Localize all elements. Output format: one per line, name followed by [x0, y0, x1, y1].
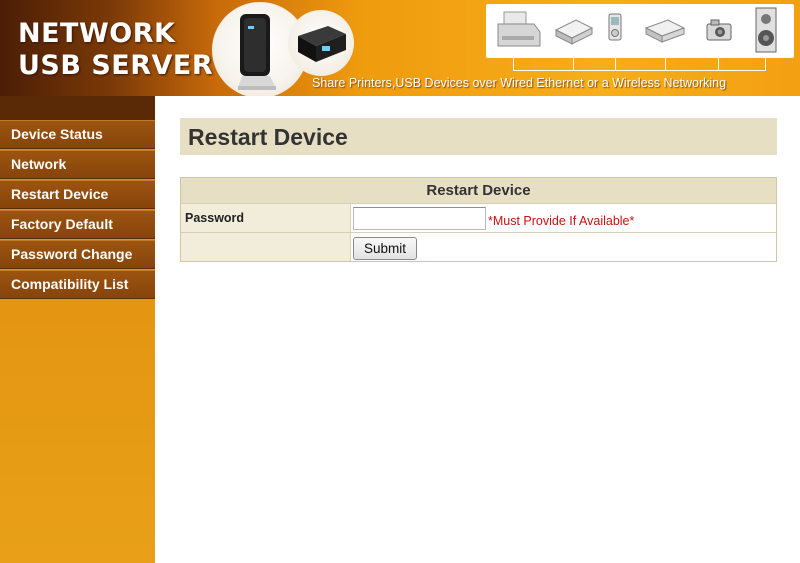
- connector-bus-line: [513, 70, 766, 71]
- form-heading: Restart Device: [181, 178, 776, 203]
- submit-button[interactable]: Submit: [353, 237, 417, 260]
- camera-icon: [706, 19, 732, 41]
- restart-form: Restart Device Password *Must Provide If…: [180, 177, 777, 262]
- sidebar-header-strip: [0, 96, 155, 120]
- devices-panel: [486, 4, 794, 58]
- connector-line: [573, 58, 574, 70]
- sidebar-item-network[interactable]: Network: [0, 150, 155, 179]
- usb-server-box-icon: [298, 26, 346, 62]
- connector-line: [513, 58, 514, 70]
- product-photo-frame-2: [288, 10, 354, 76]
- password-row: Password *Must Provide If Available*: [181, 203, 776, 232]
- page-title: Restart Device: [188, 124, 348, 150]
- header-banner: NETWORK USB SERVER Share Printers,USB De…: [0, 0, 800, 96]
- empty-label-cell: [181, 233, 351, 261]
- brand-line-2: USB SERVER: [18, 50, 214, 81]
- must-provide-note: *Must Provide If Available*: [488, 214, 635, 228]
- sidebar-item-compatibility-list[interactable]: Compatibility List: [0, 270, 155, 299]
- connector-line: [765, 58, 766, 70]
- brand-logo: NETWORK USB SERVER: [18, 18, 213, 82]
- sidebar-item-restart-device[interactable]: Restart Device: [0, 180, 155, 209]
- submit-row: Submit: [181, 232, 776, 261]
- sidebar-item-factory-default[interactable]: Factory Default: [0, 210, 155, 239]
- sidebar-item-password-change[interactable]: Password Change: [0, 240, 155, 269]
- page-root: NETWORK USB SERVER Share Printers,USB De…: [0, 0, 800, 563]
- page-title-bar: Restart Device: [180, 118, 777, 155]
- sidebar: Device Status Network Restart Device Fac…: [0, 96, 155, 563]
- connector-line: [615, 58, 616, 70]
- sidebar-item-device-status[interactable]: Device Status: [0, 120, 155, 149]
- speaker-icon: [755, 7, 777, 53]
- printer-icon: [497, 11, 541, 47]
- scanner-icon: [554, 19, 594, 45]
- external-drive-icon: [644, 19, 686, 43]
- connector-line: [665, 58, 666, 70]
- password-label: Password: [185, 211, 245, 225]
- connector-line: [718, 58, 719, 70]
- media-player-icon: [608, 13, 622, 41]
- label-cell: Password: [181, 204, 351, 232]
- tagline: Share Printers,USB Devices over Wired Et…: [312, 76, 727, 90]
- brand-line-1: NETWORK: [18, 18, 176, 49]
- password-input[interactable]: [353, 207, 486, 230]
